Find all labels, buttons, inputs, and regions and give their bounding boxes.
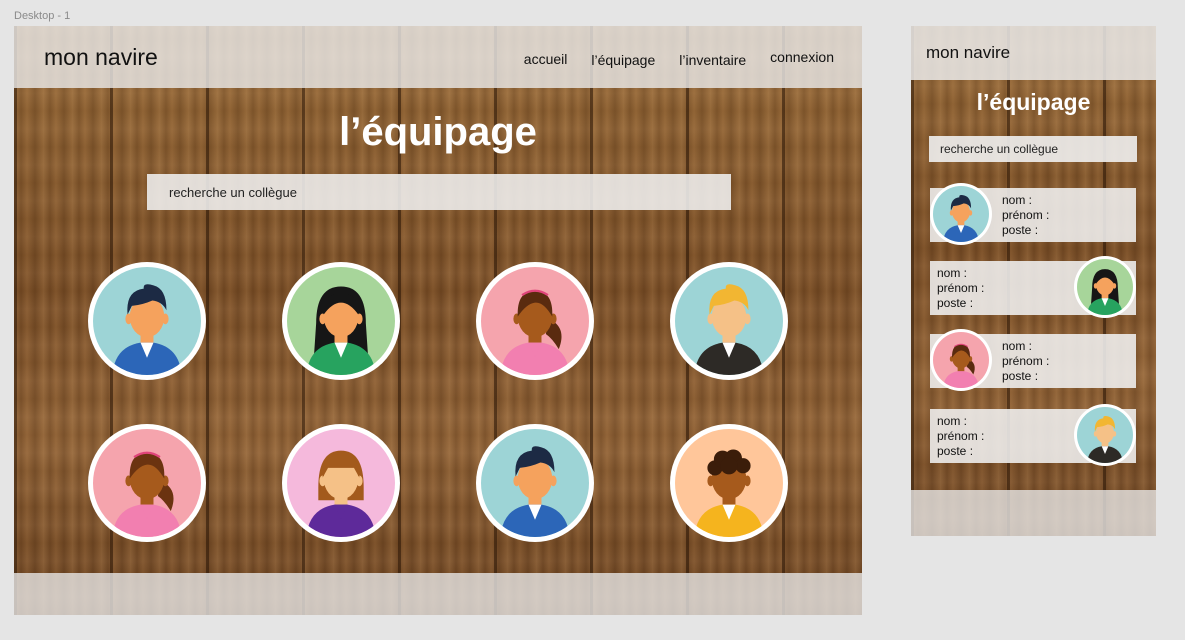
nav-item-connexion[interactable]: connexion	[770, 49, 834, 65]
crew-card-nom-label: nom :	[937, 414, 968, 428]
person-avatar-icon	[481, 429, 589, 537]
crew-card-poste-label: poste :	[937, 444, 974, 458]
mobile-frame: mon navire l’équipage nom :prénom :poste…	[911, 26, 1156, 536]
nav-item-accueil[interactable]: accueil	[524, 51, 568, 67]
crew-avatar[interactable]	[282, 424, 400, 542]
person-avatar-icon	[287, 429, 395, 537]
mobile-brand-logo[interactable]: mon navire	[926, 43, 1010, 63]
crew-card-prenom-label: prénom :	[1002, 354, 1050, 368]
crew-card-prenom-label: prénom :	[937, 429, 985, 443]
crew-card-nom-label: nom :	[1002, 339, 1033, 353]
crew-card-avatar[interactable]	[1074, 256, 1136, 318]
crew-card-poste-label: poste :	[1002, 369, 1039, 383]
person-avatar-icon	[933, 186, 989, 242]
crew-card-fields: nom : prénom : poste :	[1002, 193, 1049, 238]
main-nav: accueil l’équipage l’inventaire connexio…	[524, 49, 834, 68]
crew-card-avatar[interactable]	[930, 329, 992, 391]
crew-card-poste-label: poste :	[937, 296, 974, 310]
mobile-header: mon navire	[911, 26, 1156, 80]
person-avatar-icon	[1077, 259, 1133, 315]
crew-card-nom-label: nom :	[1002, 193, 1033, 207]
crew-card-prenom-label: prénom :	[937, 281, 985, 295]
crew-card-prenom-label: prénom :	[1002, 208, 1050, 222]
person-avatar-icon	[675, 267, 783, 375]
person-avatar-icon	[93, 267, 201, 375]
crew-card-poste-label: poste :	[1002, 223, 1039, 237]
mobile-footer	[911, 490, 1156, 536]
crew-avatar[interactable]	[670, 424, 788, 542]
person-avatar-icon	[93, 429, 201, 537]
search-input[interactable]	[147, 174, 731, 210]
brand-logo[interactable]: mon navire	[44, 44, 158, 71]
desktop-frame: mon navire accueil l’équipage l’inventai…	[14, 26, 862, 615]
crew-avatar[interactable]	[282, 262, 400, 380]
page-title: l’équipage	[339, 110, 537, 154]
crew-avatar[interactable]	[670, 262, 788, 380]
mobile-search-input[interactable]	[929, 136, 1137, 162]
crew-avatar[interactable]	[476, 424, 594, 542]
crew-card-avatar[interactable]	[930, 183, 992, 245]
crew-card-fields: nom : prénom : poste :	[937, 266, 984, 311]
footer	[14, 573, 862, 615]
person-avatar-icon	[481, 267, 589, 375]
crew-card-fields: nom : prénom : poste :	[937, 414, 984, 459]
crew-avatar[interactable]	[476, 262, 594, 380]
crew-card-avatar[interactable]	[1074, 404, 1136, 466]
nav-item-equipage[interactable]: l’équipage	[591, 52, 655, 68]
person-avatar-icon	[933, 332, 989, 388]
crew-avatar[interactable]	[88, 262, 206, 380]
frame-label: Desktop - 1	[14, 10, 71, 22]
header: mon navire accueil l’équipage l’inventai…	[14, 26, 862, 88]
crew-card-fields: nom : prénom : poste :	[1002, 339, 1049, 384]
nav-item-inventaire[interactable]: l’inventaire	[679, 52, 746, 68]
person-avatar-icon	[287, 267, 395, 375]
mobile-page-title: l’équipage	[976, 89, 1091, 115]
crew-avatar[interactable]	[88, 424, 206, 542]
person-avatar-icon	[1077, 407, 1133, 463]
person-avatar-icon	[675, 429, 783, 537]
crew-card-nom-label: nom :	[937, 266, 968, 280]
